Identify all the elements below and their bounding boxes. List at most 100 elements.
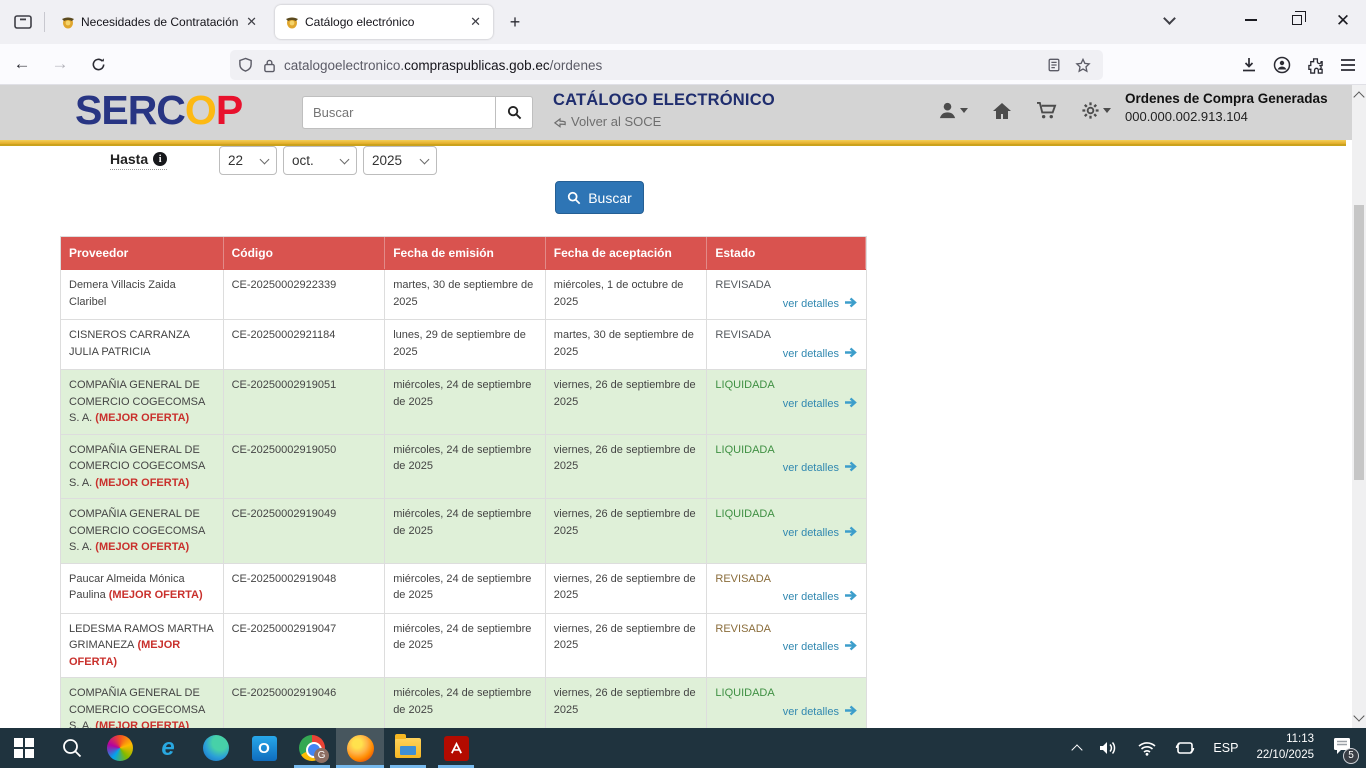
bookmark-star-icon[interactable]: [1075, 58, 1091, 73]
tab-close-icon[interactable]: ✕: [244, 14, 259, 30]
arrow-right-icon: [844, 590, 858, 601]
site-search-button[interactable]: [495, 96, 533, 129]
ver-detalles-link[interactable]: ver detalles: [783, 641, 839, 653]
ver-detalles-link[interactable]: ver detalles: [783, 462, 839, 474]
firefox-view-button[interactable]: [8, 8, 38, 36]
cell-fecha-emision: miércoles, 24 de septiembre de 2025: [385, 435, 546, 499]
url-bar[interactable]: catalogoelectronico.compraspublicas.gob.…: [230, 50, 1103, 80]
table-row: CISNEROS CARRANZA JULIA PATRICIACE-20250…: [61, 320, 866, 370]
minimize-icon: [1245, 19, 1257, 21]
volume-icon[interactable]: [1099, 740, 1119, 756]
lock-icon[interactable]: [263, 58, 276, 73]
chevron-down-icon: [260, 154, 270, 164]
ver-detalles-link[interactable]: ver detalles: [783, 706, 839, 718]
year-select[interactable]: 2025: [363, 146, 437, 175]
cell-fecha-emision: miércoles, 24 de septiembre de 2025: [385, 678, 546, 728]
user-menu-button[interactable]: [938, 101, 968, 120]
chrome-profile-badge: G: [314, 748, 329, 763]
ver-detalles-link[interactable]: ver detalles: [783, 298, 839, 310]
scroll-up-icon[interactable]: [1353, 91, 1364, 102]
extensions-puzzle-icon[interactable]: [1307, 57, 1324, 74]
home-button[interactable]: [992, 102, 1012, 120]
close-button[interactable]: ✕: [1320, 0, 1366, 40]
new-tab-button[interactable]: +: [501, 8, 529, 36]
mejor-oferta-label: (MEJOR OFERTA): [92, 541, 189, 553]
ver-detalles-link[interactable]: ver detalles: [783, 398, 839, 410]
menu-hamburger-icon[interactable]: [1340, 58, 1356, 72]
search-icon: [61, 737, 83, 759]
table-row: LEDESMA RAMOS MARTHA GRIMANEZA (MEJOR OF…: [61, 614, 866, 679]
notification-center-button[interactable]: 5: [1332, 737, 1352, 760]
back-button[interactable]: ←: [6, 49, 38, 79]
tab-list-button[interactable]: [1146, 0, 1192, 40]
tray-expand-icon[interactable]: [1072, 744, 1083, 755]
remote-session-icon[interactable]: [1175, 740, 1195, 756]
outlook-button[interactable]: O: [240, 728, 288, 768]
tab-catalogo[interactable]: Catálogo electrónico ✕: [275, 5, 493, 39]
buscar-button[interactable]: Buscar: [555, 181, 644, 214]
chrome-button[interactable]: G: [288, 728, 336, 768]
cell-codigo: CE-20250002919047: [224, 614, 386, 678]
downloads-icon[interactable]: [1241, 57, 1257, 73]
start-button[interactable]: [0, 728, 48, 768]
chevron-down-icon: [340, 154, 350, 164]
internet-explorer-button[interactable]: e: [144, 728, 192, 768]
status-badge: REVISADA: [715, 621, 858, 638]
day-select[interactable]: 22: [219, 146, 277, 175]
firefox-icon: [347, 735, 374, 762]
cart-button[interactable]: [1036, 101, 1057, 120]
scrollbar-thumb[interactable]: [1354, 205, 1364, 480]
cell-fecha-emision: miércoles, 24 de septiembre de 2025: [385, 370, 546, 434]
shield-permissions-icon[interactable]: [238, 57, 253, 73]
cell-estado: REVISADA ver detalles: [707, 614, 866, 678]
cell-estado: LIQUIDADA ver detalles: [707, 499, 866, 563]
arrow-right-icon: [844, 347, 858, 358]
acrobat-button[interactable]: [432, 728, 480, 768]
file-explorer-button[interactable]: [384, 728, 432, 768]
column-header-estado: Estado: [707, 237, 866, 269]
account-icon[interactable]: [1273, 56, 1291, 74]
cell-fecha-aceptacion: viernes, 26 de septiembre de 2025: [546, 614, 708, 678]
column-header-proveedor: Proveedor: [61, 237, 224, 269]
cell-fecha-emision: miércoles, 24 de septiembre de 2025: [385, 564, 546, 613]
chevron-down-icon: [420, 154, 430, 164]
settings-menu-button[interactable]: [1081, 101, 1111, 120]
scroll-down-icon[interactable]: [1353, 710, 1364, 721]
taskbar-search-button[interactable]: [48, 728, 96, 768]
ver-detalles-link[interactable]: ver detalles: [783, 348, 839, 360]
copilot-button[interactable]: [96, 728, 144, 768]
status-badge: LIQUIDADA: [715, 506, 858, 523]
tab-close-icon[interactable]: ✕: [468, 14, 483, 30]
firefox-button[interactable]: [336, 728, 384, 768]
cell-codigo: CE-20250002919051: [224, 370, 386, 434]
restore-button[interactable]: [1274, 0, 1320, 40]
reader-mode-icon[interactable]: [1047, 58, 1061, 72]
ecuador-crest-favicon: [61, 15, 75, 29]
forward-button[interactable]: →: [44, 49, 76, 79]
wifi-icon[interactable]: [1137, 741, 1157, 756]
edge-button[interactable]: [192, 728, 240, 768]
month-select[interactable]: oct.: [283, 146, 357, 175]
cell-fecha-aceptacion: viernes, 26 de septiembre de 2025: [546, 564, 708, 613]
page-viewport: SERCOP CATÁLOGO ELECTRÓNICO Volver al SO…: [0, 85, 1366, 728]
user-icon: [938, 101, 957, 120]
language-indicator[interactable]: ESP: [1213, 741, 1238, 755]
ver-detalles-link[interactable]: ver detalles: [783, 591, 839, 603]
site-search-input[interactable]: [302, 96, 495, 129]
restore-icon: [1292, 15, 1302, 25]
file-explorer-icon: [395, 738, 421, 758]
time: 11:13: [1286, 733, 1314, 745]
vertical-scrollbar[interactable]: [1352, 85, 1366, 728]
ecuador-crest-favicon: [285, 15, 299, 29]
reload-button[interactable]: [82, 49, 114, 79]
clock[interactable]: 11:13 22/10/2025: [1256, 732, 1314, 763]
column-header-aceptacion: Fecha de aceptación: [546, 237, 708, 269]
tab-necesidades[interactable]: Necesidades de Contratación y ✕: [51, 5, 269, 39]
cell-codigo: CE-20250002919049: [224, 499, 386, 563]
minimize-button[interactable]: [1228, 0, 1274, 40]
outlook-icon: O: [252, 736, 277, 761]
info-icon[interactable]: i: [153, 152, 167, 166]
ver-detalles-link[interactable]: ver detalles: [783, 527, 839, 539]
volver-al-soce-link[interactable]: Volver al SOCE: [553, 114, 775, 129]
cart-icon: [1036, 101, 1057, 120]
